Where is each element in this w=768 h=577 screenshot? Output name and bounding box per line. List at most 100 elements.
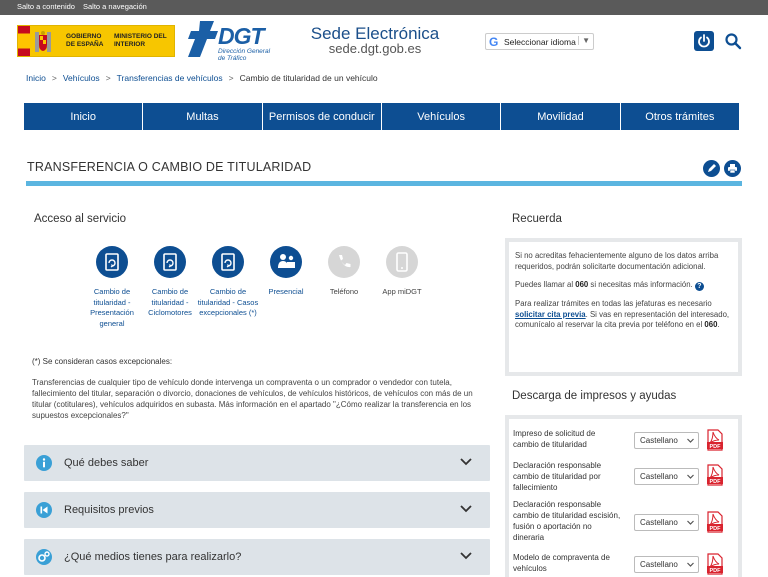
chevron-down-icon xyxy=(687,562,694,567)
download-label: Declaración responsable cambio de titula… xyxy=(513,500,621,542)
service-label: App miDGT xyxy=(382,287,422,296)
text: si necesitas más información. xyxy=(588,280,693,289)
phone-icon xyxy=(328,246,360,278)
chevron-down-icon: ▼ xyxy=(578,36,590,45)
download-row: Declaración responsable cambio de titula… xyxy=(513,460,738,498)
descarga-box: Impreso de solicitud de cambio de titula… xyxy=(505,415,742,577)
print-button[interactable] xyxy=(724,160,741,177)
mobile-app-icon xyxy=(386,246,418,278)
language-select[interactable]: Castellano xyxy=(634,468,699,485)
language-selector-label: Seleccionar idioma xyxy=(504,37,576,47)
download-row: Declaración responsable cambio de titula… xyxy=(513,499,738,549)
download-label: Modelo de compraventa de vehículos xyxy=(513,553,610,573)
recuerda-text-1: Si no acreditas fehacientemente alguno d… xyxy=(515,251,719,271)
search-button[interactable] xyxy=(724,32,742,50)
chevron-down-icon xyxy=(460,505,472,513)
nav-item-multas[interactable]: Multas xyxy=(143,103,263,130)
service-label: Presencial xyxy=(268,287,304,296)
power-icon xyxy=(698,34,710,48)
info-icon xyxy=(36,455,52,471)
main-nav: Inicio Multas Permisos de conducir Vehíc… xyxy=(24,103,739,130)
pdf-download-icon[interactable]: PDF xyxy=(705,511,725,533)
breadcrumb: Inicio > Vehículos > Transferencias de vehíc… xyxy=(26,73,378,87)
download-row: Modelo de compraventa de vehículos Caste… xyxy=(513,552,738,577)
download-label: Impreso de solicitud de cambio de titula… xyxy=(513,429,596,449)
service-label: Teléfono xyxy=(329,287,359,296)
svg-text:PDF: PDF xyxy=(710,479,722,485)
cita-previa-link[interactable]: solicitar cita previa xyxy=(515,310,586,319)
search-icon xyxy=(725,33,742,50)
recuerda-heading: Recuerda xyxy=(512,213,562,225)
service-telefono: Teléfono xyxy=(313,246,375,298)
dgt-subtitle: Dirección General de Tráfico xyxy=(218,48,271,62)
chevron-down-icon xyxy=(460,458,472,466)
nav-item-permisos[interactable]: Permisos de conducir xyxy=(262,103,382,130)
skip-back-icon xyxy=(36,502,52,518)
service-cambio-ciclomotores[interactable]: Cambio de titularidad - Ciclomotores xyxy=(139,246,201,319)
recuerda-box: Si no acreditas fehacientemente alguno d… xyxy=(505,238,742,376)
svg-text:PDF: PDF xyxy=(710,568,722,574)
accordion-que-debes-saber[interactable]: Qué debes saber xyxy=(24,445,490,481)
login-button[interactable] xyxy=(694,31,714,51)
breadcrumb-inicio[interactable]: Inicio xyxy=(26,73,46,83)
accordion-medios[interactable]: ¿Qué medios tienes para realizarlo? xyxy=(24,539,490,575)
gobierno-espana-logo[interactable]: GOBIERNO DE ESPAÑA MINISTERIO DEL INTERI… xyxy=(17,25,175,57)
breadcrumb-transferencias[interactable]: Transferencias de vehículos xyxy=(117,73,223,83)
language-select[interactable]: Castellano xyxy=(634,556,699,573)
title-divider xyxy=(26,181,742,186)
dgt-cross-icon xyxy=(188,21,218,57)
pdf-download-icon[interactable]: PDF xyxy=(705,429,725,451)
service-label: Cambio de titularidad - Casos excepciona… xyxy=(197,287,259,317)
title-tools xyxy=(703,160,741,177)
service-presencial[interactable]: Presencial xyxy=(255,246,317,298)
language-selector[interactable]: G Seleccionar idioma ▼ xyxy=(485,33,594,50)
descarga-heading: Descarga de impresos y ayudas xyxy=(512,390,677,402)
download-label: Declaración responsable cambio de titula… xyxy=(513,461,602,492)
nav-item-movilidad[interactable]: Movilidad xyxy=(501,103,621,130)
accordion-label: Requisitos previos xyxy=(64,504,154,516)
site-header: GOBIERNO DE ESPAÑA MINISTERIO DEL INTERI… xyxy=(0,15,768,68)
language-select[interactable]: Castellano xyxy=(634,514,699,531)
chevron-down-icon xyxy=(687,520,694,525)
page-title: TRANSFERENCIA O CAMBIO DE TITULARIDAD xyxy=(27,160,312,174)
breadcrumb-vehiculos[interactable]: Vehículos xyxy=(63,73,100,83)
edit-button[interactable] xyxy=(703,160,720,177)
download-row: Impreso de solicitud de cambio de titula… xyxy=(513,425,738,455)
ministerio-text: MINISTERIO DEL INTERIOR xyxy=(114,33,167,48)
nav-item-otros-tramites[interactable]: Otros trámites xyxy=(620,103,739,130)
skip-to-content-link[interactable]: Salto a contenido xyxy=(17,2,75,11)
chevron-down-icon xyxy=(460,552,472,560)
text: Para realizar trámites en todas las jefa… xyxy=(515,299,712,308)
chevron-right-icon: > xyxy=(51,73,57,83)
language-select[interactable]: Castellano xyxy=(634,432,699,449)
phone-number: 060 xyxy=(704,320,718,329)
help-icon[interactable]: ? xyxy=(694,282,704,291)
printer-icon xyxy=(728,164,737,174)
service-cambio-general[interactable]: Cambio de titularidad - Presentación gen… xyxy=(81,246,143,329)
breadcrumb-current: Cambio de titularidad de un vehículo xyxy=(239,73,378,83)
skip-to-nav-link[interactable]: Salto a navegación xyxy=(83,2,147,11)
language-select-value: Castellano xyxy=(640,472,678,481)
service-label: Cambio de titularidad - Presentación gen… xyxy=(90,287,134,328)
chevron-down-icon xyxy=(687,474,694,479)
chevron-right-icon: > xyxy=(228,73,234,83)
coat-of-arms-icon xyxy=(35,31,51,52)
dgt-brand: DGT xyxy=(218,23,265,49)
recuerda-text-2: Puedes llamar al 060 si necesitas más in… xyxy=(515,280,732,291)
dgt-logo[interactable]: DGT Dirección General de Tráfico xyxy=(188,19,278,63)
pencil-icon xyxy=(708,164,716,172)
language-select-value: Castellano xyxy=(640,436,678,445)
nav-item-inicio[interactable]: Inicio xyxy=(24,103,144,130)
nav-item-vehiculos[interactable]: Vehículos xyxy=(381,103,502,130)
excepcionales-note-body: Transferencias de cualquier tipo de vehí… xyxy=(32,378,473,420)
gobierno-text: GOBIERNO DE ESPAÑA xyxy=(66,33,104,48)
flag-stripe xyxy=(18,26,30,56)
service-cambio-excepcionales[interactable]: Cambio de titularidad - Casos excepciona… xyxy=(197,246,259,319)
svg-text:PDF: PDF xyxy=(710,526,722,532)
google-g-icon: G xyxy=(489,35,499,49)
pdf-download-icon[interactable]: PDF xyxy=(705,553,725,575)
site-url: sede.dgt.gob.es xyxy=(328,41,422,56)
text: Puedes llamar al xyxy=(515,280,576,289)
pdf-download-icon[interactable]: PDF xyxy=(705,464,725,486)
accordion-requisitos-previos[interactable]: Requisitos previos xyxy=(24,492,490,528)
